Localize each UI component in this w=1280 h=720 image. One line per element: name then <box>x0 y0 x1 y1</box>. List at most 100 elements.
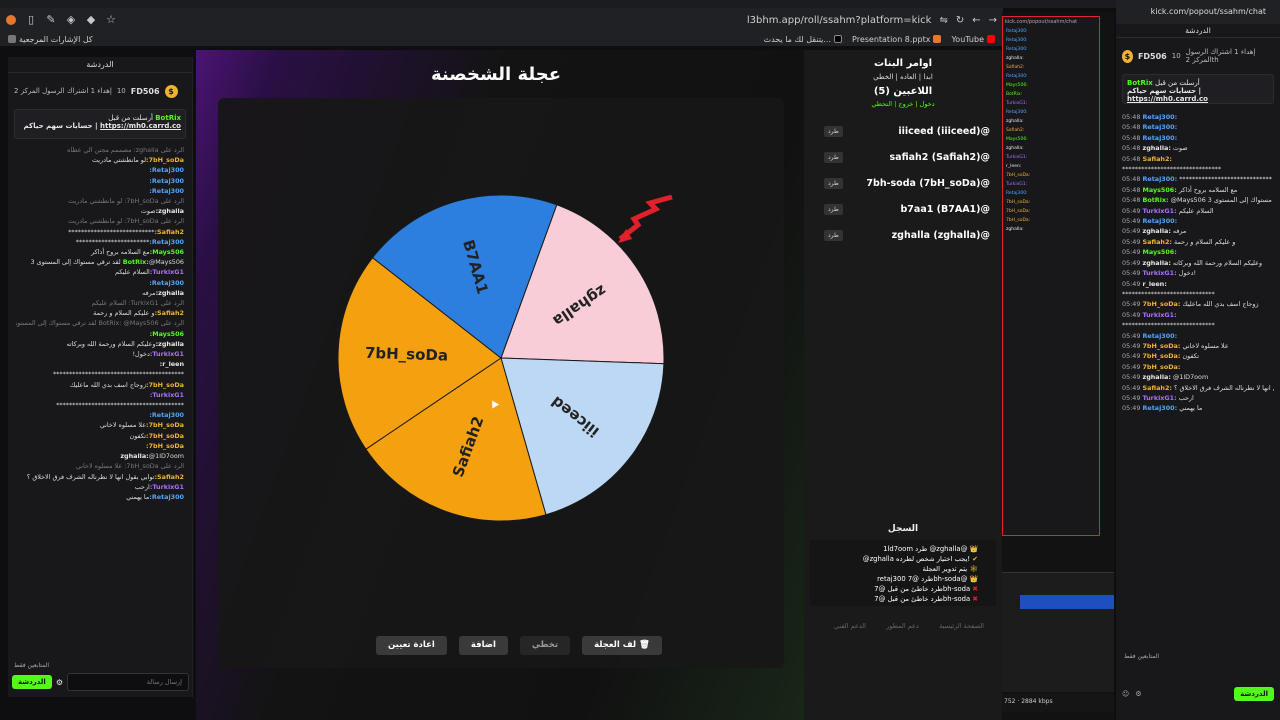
chat-username[interactable]: zghalla: <box>1142 373 1170 381</box>
reload-icon[interactable]: ↻ <box>956 15 964 26</box>
chat-username[interactable]: BotRix: <box>1142 196 1168 204</box>
tab-strip[interactable] <box>0 0 1280 8</box>
bot-link[interactable]: https://mh0.carrd.co <box>100 122 181 130</box>
right-url-bar[interactable]: kick.com/popout/ssahm/chat <box>1116 0 1280 24</box>
chat-username[interactable]: 7bH_soDa: <box>1142 300 1180 308</box>
preview-chat-line: Retaj300: <box>1003 72 1099 81</box>
chat-username[interactable]: Retaj300: <box>1142 134 1177 142</box>
add-button[interactable]: اضافة <box>458 636 508 655</box>
chat-username[interactable]: Safiah2: <box>154 309 184 317</box>
chat-username[interactable]: Retaj300: <box>1142 123 1177 131</box>
chat-username[interactable]: TurkixG1: <box>150 483 184 491</box>
kick-button[interactable]: طرد <box>824 125 843 137</box>
preview-username: zghalla: <box>1006 146 1024 151</box>
chat-username[interactable]: zghalla: <box>1142 144 1170 152</box>
chat-message: 05:49 7bH_soDa: <box>1122 362 1274 372</box>
emote-icon[interactable]: ☺ <box>1122 690 1129 698</box>
chat-username[interactable]: TurkixG1: <box>150 268 184 276</box>
chat-username[interactable]: zghalla: <box>156 207 184 215</box>
tune-icon[interactable]: ⇋ <box>939 15 947 26</box>
chat-username[interactable]: TurkixG1: <box>150 350 184 358</box>
chat-username[interactable]: zghalla: <box>156 289 184 297</box>
chat-username[interactable]: Mays506: <box>150 248 184 256</box>
settings-icon[interactable]: ⚙ <box>1135 690 1141 698</box>
record-icon[interactable] <box>6 15 16 25</box>
bookmark-presentation[interactable]: Presentation 8.pptx <box>852 35 942 44</box>
pinned-bot-message[interactable]: أرسلت من قبل BotRix حسابات سهم حياكم | h… <box>14 109 186 139</box>
bot-name[interactable]: BotRix <box>155 114 181 122</box>
footer-developer[interactable]: دعم المطور <box>886 622 919 630</box>
chat-username[interactable]: Retaj300: <box>149 411 184 419</box>
chat-username[interactable]: Safiah2: <box>1142 238 1172 246</box>
chat-username[interactable]: Retaj300: <box>149 166 184 174</box>
settings-icon[interactable]: ⚙ <box>56 678 63 687</box>
chat-username[interactable]: Mays506: <box>150 330 184 338</box>
chat-username[interactable]: Retaj300: <box>149 187 184 195</box>
bookmark-youtube[interactable]: YouTube <box>951 35 995 44</box>
chat-username[interactable]: 7bH_soDa: <box>1142 352 1180 360</box>
chat-username[interactable]: Retaj300: <box>1142 217 1177 225</box>
chat-input[interactable]: إرسال رسالة <box>67 673 189 691</box>
chat-username[interactable]: zghalla: <box>120 452 148 460</box>
skip-button[interactable]: تخطي <box>519 636 571 655</box>
chat-username[interactable]: 7bH_soDa: <box>146 381 184 389</box>
chat-username[interactable]: Safiah2: <box>154 473 184 481</box>
chat-username[interactable]: 7bH_soDa: <box>146 421 184 429</box>
kick-button[interactable]: طرد <box>824 151 843 163</box>
chat-username[interactable]: Mays506: <box>1142 248 1176 256</box>
pinned-user[interactable]: FD506 <box>131 87 160 96</box>
chat-username[interactable]: BotRix: <box>123 258 149 266</box>
back-icon[interactable]: ← <box>972 15 980 26</box>
kick-button[interactable]: طرد <box>824 229 843 241</box>
bookmark-all[interactable]: كل الإشارات المرجعية <box>8 35 93 44</box>
sidebar-icon[interactable]: ▯ <box>24 13 38 27</box>
chat-username[interactable]: Mays506: <box>1142 186 1176 194</box>
chat-username[interactable]: Retaj300: <box>149 279 184 287</box>
star-icon[interactable]: ☆ <box>104 13 118 27</box>
chat-username[interactable]: Safiah2: <box>1142 384 1172 392</box>
chat-username[interactable]: TurkixG1: <box>1142 311 1176 319</box>
chat-username[interactable]: 7bH_soDa: <box>1142 342 1180 350</box>
extension-icon[interactable]: ◈ <box>64 13 78 27</box>
tools-icon[interactable]: ✎ <box>44 13 58 27</box>
chat-username[interactable]: TurkixG1: <box>1142 207 1176 215</box>
chat-username[interactable]: TurkixG1: <box>1142 394 1176 402</box>
chat-send-button[interactable]: الدردشة <box>12 675 52 689</box>
chat-username[interactable]: Retaj300: <box>149 238 184 246</box>
chat-username[interactable]: zghalla: <box>1142 259 1170 267</box>
chat-username[interactable]: Retaj300: <box>1142 404 1177 412</box>
chat-username[interactable]: 7bH_soDa: <box>146 156 184 164</box>
join-links[interactable]: دخول | خروج | التخطي <box>804 100 1002 108</box>
kick-button[interactable]: طرد <box>824 203 843 215</box>
chat-username[interactable]: zghalla: <box>1142 227 1170 235</box>
chat-username[interactable]: Retaj300: <box>1142 175 1177 183</box>
chat-username[interactable]: Retaj300: <box>149 493 184 501</box>
message-time: 05:48 <box>1122 154 1141 163</box>
chat-username[interactable]: Safiah2: <box>1142 155 1172 163</box>
chat-username[interactable]: TurkixG1: <box>150 391 184 399</box>
footer-home[interactable]: الصفحة الرئيسية <box>939 622 984 630</box>
footer-support[interactable]: الدعم الفني <box>834 622 866 630</box>
spin-button[interactable]: لف العجلة 🗑 <box>582 636 662 655</box>
chat-username[interactable]: Retaj300: <box>1142 113 1177 121</box>
kick-button[interactable]: طرد <box>824 177 843 189</box>
right-chat-button[interactable]: الدردشة <box>1234 687 1274 701</box>
bookmark-x[interactable]: يتنقل لك ما يحدث... <box>764 35 843 44</box>
chat-username[interactable]: Safiah2: <box>154 228 184 236</box>
address-bar[interactable]: l3bhm.app/roll/ssahm?platform=kick <box>747 15 932 26</box>
cross-icon: ✖ <box>970 595 978 603</box>
chat-username[interactable]: 7bH_soDa: <box>146 432 184 440</box>
chat-username[interactable]: 7bH_soDa: <box>146 442 184 450</box>
chat-username[interactable]: r_leen: <box>1142 280 1166 288</box>
reset-button[interactable]: اعادة تعيين <box>376 636 447 655</box>
chat-username[interactable]: TurkixG1: <box>1142 269 1176 277</box>
chat-username[interactable]: zghalla: <box>156 340 184 348</box>
chat-username[interactable]: Retaj300: <box>1142 332 1177 340</box>
right-pinned-bot[interactable]: BotRix أرسلت من قبل حسابات سهم حياكم | h… <box>1122 74 1274 104</box>
chat-username[interactable]: r_leen: <box>160 360 184 368</box>
chat-username[interactable]: Retaj300: <box>149 177 184 185</box>
obs-selected-source[interactable] <box>1020 595 1114 609</box>
chat-username[interactable]: 7bH_soDa: <box>1142 363 1180 371</box>
forward-icon[interactable]: → <box>989 15 997 26</box>
diamond-icon[interactable]: ◆ <box>84 13 98 27</box>
